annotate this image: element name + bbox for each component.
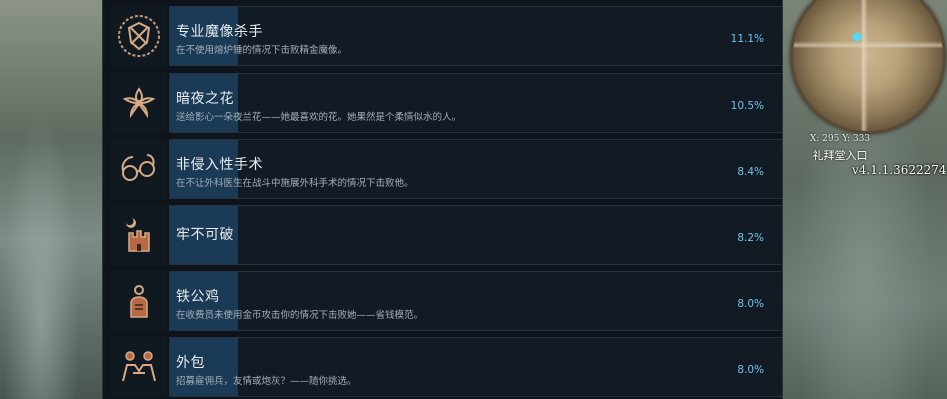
achievement-row[interactable]: 牢不可破 8.2% [107, 205, 783, 265]
coordinates-readout: X: 295 Y: 333 [809, 134, 871, 144]
achievement-card: 专业魔像杀手 在不使用熔炉锤的情况下击败精金魔像。 11.1% [169, 6, 783, 66]
achievement-card: 外包 招募雇佣兵，友情或炮灰？——随你挑选。 8.0% [169, 337, 783, 397]
game-background-left [0, 0, 102, 399]
achievement-description: 在收费员未使用金币攻击你的情况下击败她——省钱模范。 [176, 310, 424, 321]
achievement-title: 牢不可破 [176, 227, 234, 243]
achievement-percent: 11.1% [730, 33, 764, 45]
achievement-title: 非侵入性手术 [176, 157, 263, 173]
achievement-card: 铁公鸡 在收费员未使用金币攻击你的情况下击败她——省钱模范。 8.0% [169, 271, 783, 331]
achievement-card: 牢不可破 8.2% [169, 205, 783, 265]
achievement-card: 暗夜之花 送给影心一朵夜兰花——她最喜欢的花。她果然是个柔情似水的人。 10.5… [169, 73, 783, 133]
handshake-icon [111, 337, 167, 397]
achievement-title: 暗夜之花 [176, 91, 234, 107]
achievements-panel: 专业魔像杀手 在不使用熔炉锤的情况下击败精金魔像。 11.1% 暗夜之花 送给影… [102, 0, 783, 399]
achievement-percent: 10.5% [730, 100, 764, 112]
achievement-card: 非侵入性手术 在不让外科医生在战斗中施展外科手术的情况下击败他。 8.4% [169, 139, 783, 199]
minimap-streets [793, 0, 943, 131]
flower-icon [111, 73, 167, 133]
achievement-row[interactable]: 暗夜之花 送给影心一朵夜兰花——她最喜欢的花。她果然是个柔情似水的人。 10.5… [107, 73, 783, 133]
achievement-row[interactable]: 铁公鸡 在收费员未使用金币攻击你的情况下击败她——省钱模范。 8.0% [107, 271, 783, 331]
version-label: v4.1.1.3622274 [852, 163, 947, 177]
achievement-description: 招募雇佣兵，友情或炮灰？——随你挑选。 [176, 376, 357, 387]
spectacles-icon [111, 139, 167, 199]
achievement-percent: 8.0% [737, 364, 764, 376]
achievement-description: 送给影心一朵夜兰花——她最喜欢的花。她果然是个柔情似水的人。 [176, 112, 462, 123]
achievement-title: 专业魔像杀手 [176, 24, 263, 40]
swords-shield-icon [111, 6, 167, 66]
castle-moon-icon [111, 205, 167, 265]
minimap[interactable] [790, 0, 946, 134]
achievement-percent: 8.2% [737, 232, 764, 244]
coin-hand-icon [111, 271, 167, 331]
achievement-row[interactable]: 外包 招募雇佣兵，友情或炮灰？——随你挑选。 8.0% [107, 337, 783, 397]
achievement-description: 在不让外科医生在战斗中施展外科手术的情况下击败他。 [176, 178, 414, 189]
achievement-description: 在不使用熔炉锤的情况下击败精金魔像。 [176, 45, 348, 56]
achievement-percent: 8.0% [737, 298, 764, 310]
achievement-row[interactable]: 专业魔像杀手 在不使用熔炉锤的情况下击败精金魔像。 11.1% [107, 6, 783, 66]
achievement-title: 外包 [176, 355, 205, 371]
achievement-percent: 8.4% [737, 166, 764, 178]
location-name: 礼拜堂入口 [812, 149, 868, 162]
achievement-title: 铁公鸡 [176, 289, 220, 305]
achievement-row[interactable]: 非侵入性手术 在不让外科医生在战斗中施展外科手术的情况下击败他。 8.4% [107, 139, 783, 199]
